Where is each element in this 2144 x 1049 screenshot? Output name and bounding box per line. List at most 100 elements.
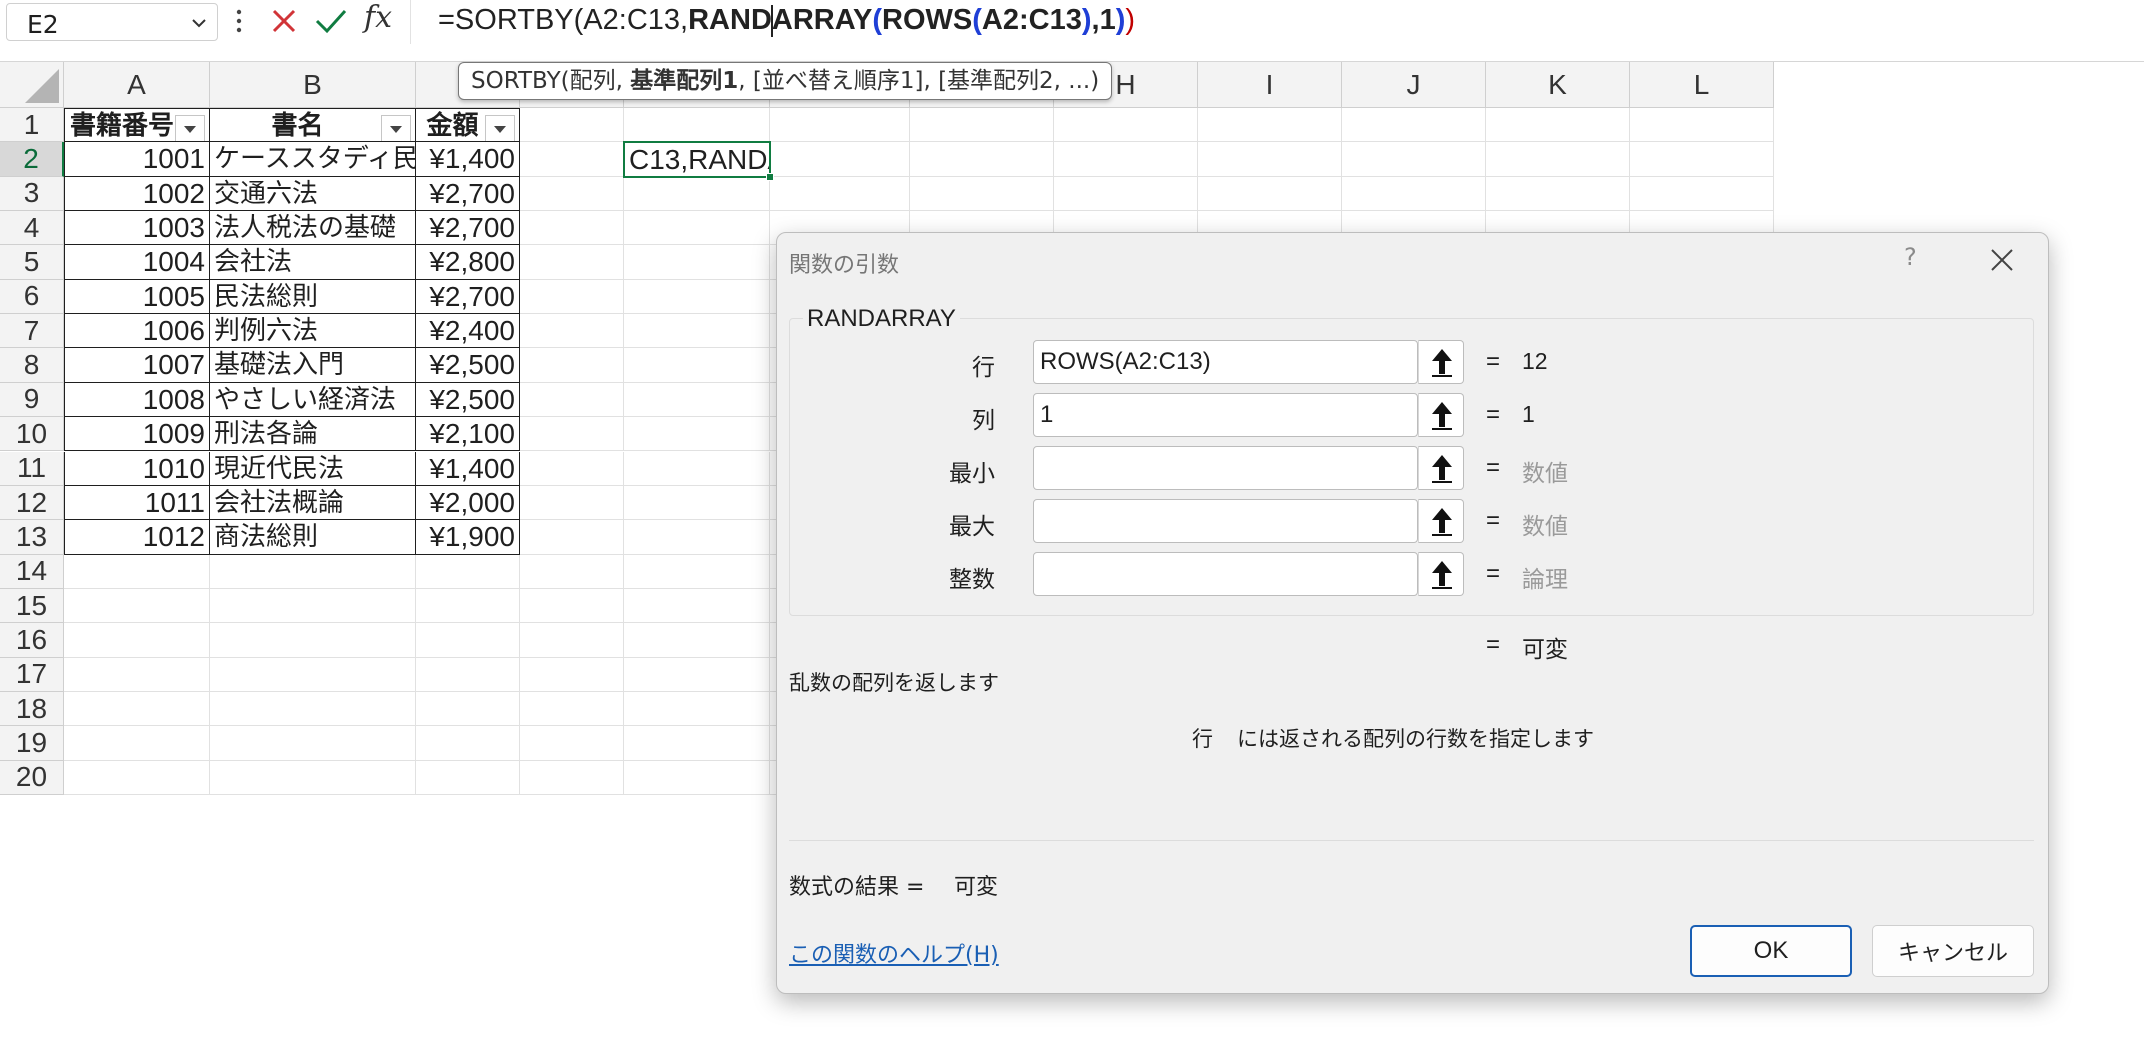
cell[interactable]: [1342, 176, 1486, 212]
cell[interactable]: [1198, 108, 1342, 143]
table-header-cell[interactable]: 書名: [210, 108, 416, 143]
row-header-1[interactable]: 1: [0, 108, 64, 143]
cell[interactable]: [416, 588, 520, 624]
row-header-18[interactable]: 18: [0, 691, 64, 727]
cancel-button[interactable]: キャンセル: [1872, 925, 2034, 977]
chevron-down-icon[interactable]: [191, 15, 207, 31]
table-cell[interactable]: ¥2,000: [416, 485, 520, 521]
argument-input[interactable]: [1033, 446, 1418, 490]
cell[interactable]: [520, 108, 624, 143]
cell[interactable]: [210, 657, 416, 692]
table-cell[interactable]: ¥2,400: [416, 314, 520, 349]
column-header-a[interactable]: A: [64, 62, 210, 108]
table-cell[interactable]: 交通六法: [210, 176, 416, 212]
cell[interactable]: [770, 142, 910, 177]
table-cell[interactable]: ¥2,800: [416, 245, 520, 280]
cell[interactable]: [624, 211, 770, 246]
name-box[interactable]: E2: [6, 3, 218, 41]
table-cell[interactable]: 刑法各論: [210, 417, 416, 452]
close-icon[interactable]: [1989, 247, 2015, 273]
collapse-dialog-button[interactable]: [1418, 499, 1464, 543]
row-header-7[interactable]: 7: [0, 314, 64, 349]
cell[interactable]: [624, 520, 770, 555]
cell[interactable]: [520, 142, 624, 177]
cell[interactable]: [64, 657, 210, 692]
cell[interactable]: [64, 554, 210, 589]
cell[interactable]: [910, 108, 1054, 143]
cell[interactable]: [624, 623, 770, 658]
cell[interactable]: [624, 657, 770, 692]
cell[interactable]: [520, 554, 624, 589]
row-header-3[interactable]: 3: [0, 176, 64, 212]
row-header-6[interactable]: 6: [0, 279, 64, 315]
cell[interactable]: [520, 314, 624, 349]
cell[interactable]: [210, 760, 416, 795]
cell[interactable]: [910, 176, 1054, 212]
argument-input[interactable]: [1033, 552, 1418, 596]
cell[interactable]: [770, 108, 910, 143]
table-cell[interactable]: 1004: [64, 245, 210, 280]
table-cell[interactable]: 会社法概論: [210, 485, 416, 521]
cell[interactable]: [520, 726, 624, 761]
column-header-k[interactable]: K: [1486, 62, 1630, 108]
cell[interactable]: [416, 554, 520, 589]
row-header-15[interactable]: 15: [0, 588, 64, 624]
table-cell[interactable]: 1002: [64, 176, 210, 212]
column-header-j[interactable]: J: [1342, 62, 1486, 108]
argument-input[interactable]: [1033, 499, 1418, 543]
cell[interactable]: [1486, 108, 1630, 143]
cell[interactable]: [1198, 176, 1342, 212]
cell[interactable]: [64, 760, 210, 795]
table-cell[interactable]: ¥1,400: [416, 451, 520, 486]
row-header-14[interactable]: 14: [0, 554, 64, 589]
function-syntax-tooltip[interactable]: SORTBY(配列, 基準配列1, [並べ替え順序1], [基準配列2, ...…: [458, 62, 1113, 100]
table-cell[interactable]: 民法総則: [210, 279, 416, 315]
collapse-dialog-button[interactable]: [1418, 340, 1464, 384]
cell[interactable]: [210, 726, 416, 761]
cell[interactable]: [1054, 108, 1198, 143]
cell[interactable]: [910, 142, 1054, 177]
cancel-x-icon[interactable]: [268, 5, 300, 37]
row-header-16[interactable]: 16: [0, 623, 64, 658]
cell[interactable]: [520, 760, 624, 795]
more-options-icon[interactable]: [232, 6, 246, 36]
table-cell[interactable]: ¥2,700: [416, 279, 520, 315]
cell[interactable]: [624, 588, 770, 624]
table-cell[interactable]: ¥2,700: [416, 176, 520, 212]
cell[interactable]: [210, 691, 416, 727]
table-cell[interactable]: 現近代民法: [210, 451, 416, 486]
cell[interactable]: [624, 417, 770, 452]
cell[interactable]: [624, 726, 770, 761]
table-cell[interactable]: 1011: [64, 485, 210, 521]
row-header-17[interactable]: 17: [0, 657, 64, 692]
row-header-12[interactable]: 12: [0, 485, 64, 521]
row-header-9[interactable]: 9: [0, 382, 64, 418]
cell[interactable]: [520, 348, 624, 383]
cell[interactable]: [520, 245, 624, 280]
table-cell[interactable]: 基礎法入門: [210, 348, 416, 383]
table-cell[interactable]: 1009: [64, 417, 210, 452]
table-cell[interactable]: ¥2,500: [416, 348, 520, 383]
table-cell[interactable]: 1003: [64, 211, 210, 246]
cell[interactable]: [624, 176, 770, 212]
row-header-19[interactable]: 19: [0, 726, 64, 761]
argument-input[interactable]: 1: [1033, 393, 1418, 437]
cell[interactable]: [210, 623, 416, 658]
row-header-8[interactable]: 8: [0, 348, 64, 383]
row-header-2[interactable]: 2: [0, 142, 64, 177]
cell[interactable]: [1486, 176, 1630, 212]
cell[interactable]: [1486, 142, 1630, 177]
cell[interactable]: [520, 279, 624, 315]
cell[interactable]: [416, 623, 520, 658]
table-cell[interactable]: 1012: [64, 520, 210, 555]
cell[interactable]: [520, 520, 624, 555]
table-cell[interactable]: 1005: [64, 279, 210, 315]
filter-dropdown-button[interactable]: [381, 115, 411, 142]
row-header-13[interactable]: 13: [0, 520, 64, 555]
cell[interactable]: [1630, 176, 1774, 212]
cell[interactable]: [210, 554, 416, 589]
table-cell[interactable]: ¥1,900: [416, 520, 520, 555]
cell[interactable]: [64, 623, 210, 658]
cell[interactable]: [520, 485, 624, 521]
cell[interactable]: [1342, 142, 1486, 177]
